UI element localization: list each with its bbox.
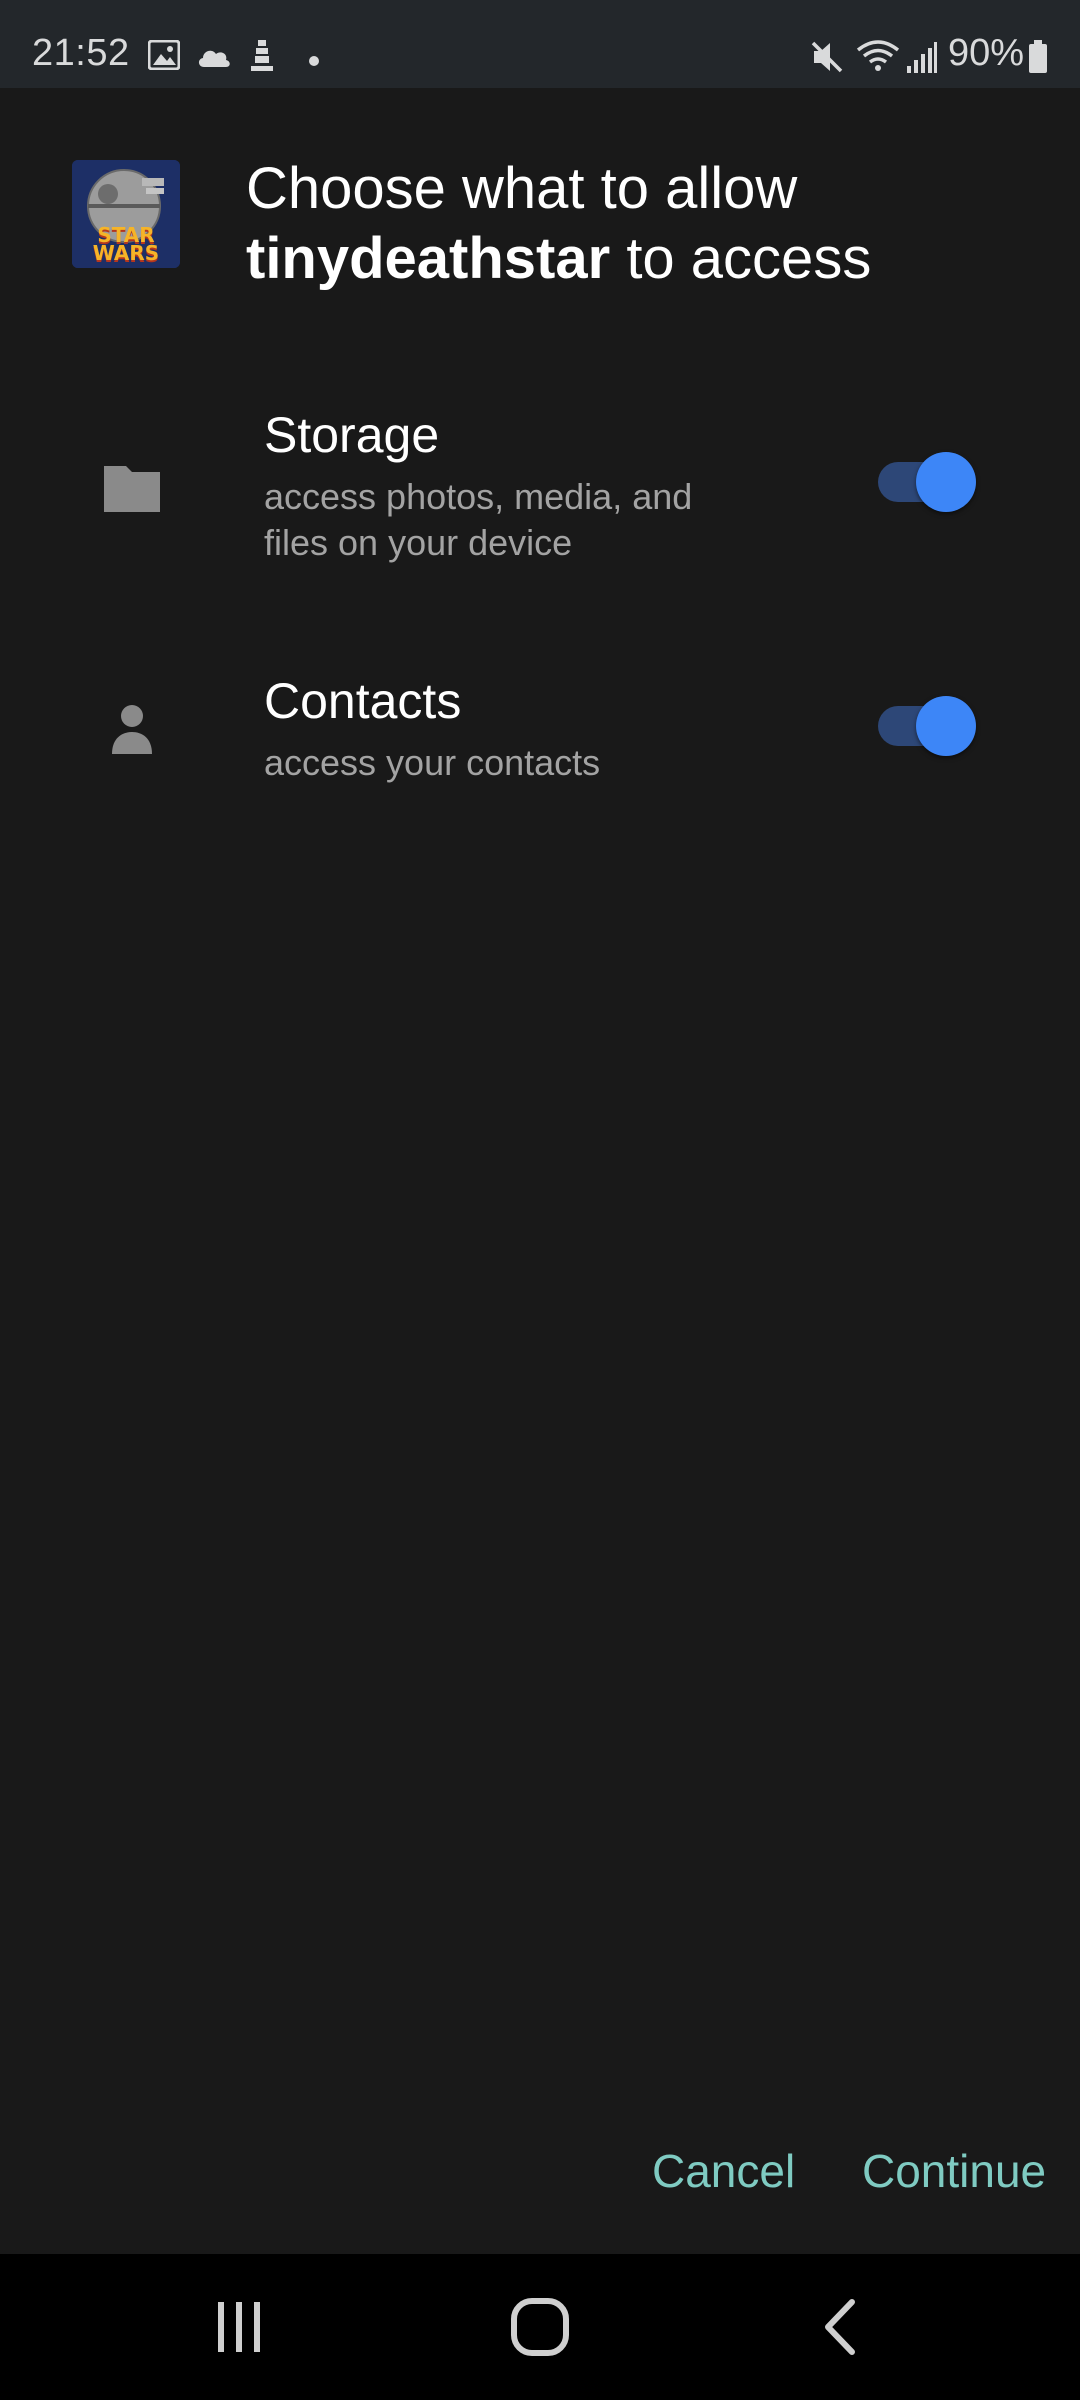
- title-suffix: to access: [610, 226, 872, 291]
- dot-icon: [308, 54, 320, 72]
- app-icon-wordmark: STAR WARS: [92, 223, 160, 265]
- tower-icon: [250, 38, 274, 77]
- title-line-2: tinydeathstar to access: [246, 224, 1036, 294]
- person-icon: [100, 696, 164, 760]
- permission-screen: 21:52 90% STAR WARS Choose what to allow…: [0, 0, 1080, 2400]
- storage-toggle[interactable]: [876, 452, 976, 512]
- permission-row-contacts[interactable]: Contacts access your contacts: [0, 666, 1080, 846]
- battery-icon: [1028, 40, 1048, 79]
- permission-description: access your contacts: [264, 742, 601, 783]
- permission-row-storage[interactable]: Storage access photos, media, and files …: [0, 398, 1080, 578]
- recents-icon[interactable]: [200, 2298, 280, 2358]
- continue-button[interactable]: Continue: [862, 2144, 1046, 2198]
- folder-icon: [100, 456, 164, 520]
- back-icon[interactable]: [800, 2298, 880, 2358]
- mute-icon: [810, 40, 846, 79]
- cancel-button[interactable]: Cancel: [652, 2144, 795, 2198]
- permission-description: access photos, media, and files on your …: [264, 476, 693, 563]
- toggle-thumb: [916, 452, 976, 512]
- status-time: 21:52: [32, 32, 130, 74]
- cloud-icon: [196, 46, 232, 73]
- home-icon[interactable]: [500, 2298, 580, 2358]
- title-line-1: Choose what to allow: [246, 156, 798, 221]
- app-name: tinydeathstar: [246, 226, 611, 291]
- status-bar: 21:52 90%: [0, 0, 1080, 88]
- permission-title: Storage: [264, 407, 440, 463]
- dialog-title: Choose what to allow tinydeathstar to ac…: [246, 154, 1036, 294]
- wifi-icon: [856, 38, 900, 79]
- app-icon: STAR WARS: [72, 160, 180, 268]
- contacts-toggle[interactable]: [876, 696, 976, 756]
- permission-title: Contacts: [264, 673, 462, 729]
- gallery-icon: [147, 39, 181, 75]
- signal-icon: [906, 40, 938, 79]
- navigation-bar: [0, 2254, 1080, 2400]
- battery-percentage: 90%: [948, 32, 1025, 74]
- toggle-thumb: [916, 696, 976, 756]
